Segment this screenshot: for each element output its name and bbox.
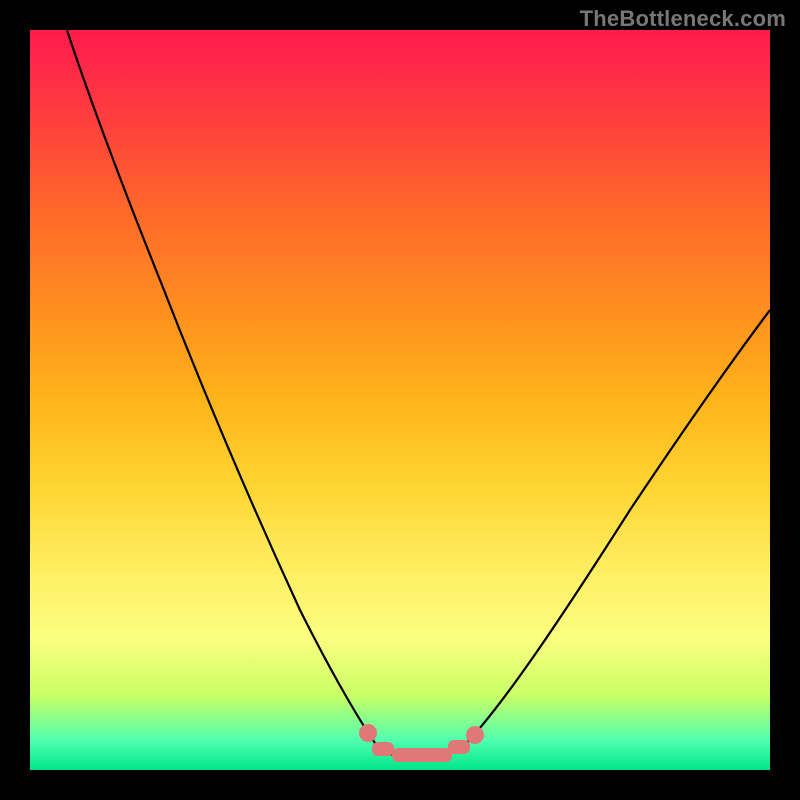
valley-marker: [372, 742, 394, 756]
curve-right: [460, 310, 770, 750]
watermark-text: TheBottleneck.com: [580, 6, 786, 32]
chart-frame: TheBottleneck.com: [0, 0, 800, 800]
plot-area: [30, 30, 770, 770]
bottleneck-curve: [30, 30, 770, 770]
curve-left: [67, 30, 380, 750]
valley-marker: [448, 740, 470, 754]
valley-marker: [466, 726, 484, 744]
valley-marker: [359, 724, 377, 742]
valley-marker: [392, 748, 452, 762]
